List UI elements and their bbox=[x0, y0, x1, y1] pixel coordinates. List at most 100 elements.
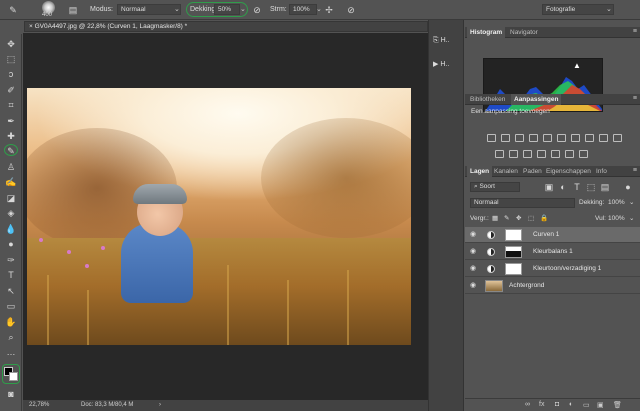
channel-mixer-icon[interactable] bbox=[613, 134, 622, 142]
eye-icon[interactable]: ◉ bbox=[470, 278, 476, 294]
document-tab[interactable]: × GV0A4497.jpg @ 22,8% (Curven 1, Laagma… bbox=[24, 21, 428, 32]
opacity-input[interactable]: 50% bbox=[214, 4, 240, 15]
document-image[interactable] bbox=[27, 88, 411, 345]
layer-mask-thumbnail[interactable] bbox=[505, 263, 522, 275]
layer-mask-thumbnail[interactable] bbox=[505, 246, 522, 258]
filter-smart-icon[interactable]: ▤ bbox=[598, 181, 612, 193]
photo-filter-icon[interactable] bbox=[599, 134, 608, 142]
filter-adjustment-icon[interactable]: ◐ bbox=[556, 181, 570, 193]
tab-channels[interactable]: Kanalen bbox=[491, 166, 521, 177]
shadows-highlights-icon[interactable] bbox=[579, 150, 588, 158]
more-tools-icon[interactable]: … bbox=[4, 346, 18, 358]
color-balance-icon[interactable] bbox=[571, 134, 580, 142]
eraser-tool-icon[interactable]: ◪ bbox=[4, 192, 18, 204]
eyedropper-tool-icon[interactable]: ✒ bbox=[4, 115, 18, 127]
document-info[interactable]: Doc: 83,3 M/80,4 M bbox=[81, 400, 133, 411]
new-adjustment-icon[interactable]: ◐ bbox=[569, 401, 573, 408]
hand-tool-icon[interactable]: ✋ bbox=[4, 316, 18, 328]
lock-all-icon[interactable]: 🔒 bbox=[540, 214, 548, 224]
blend-mode-select[interactable]: Normaal bbox=[470, 198, 575, 208]
workspace-select[interactable]: Fotografie bbox=[542, 4, 614, 15]
link-layers-icon[interactable]: ∞ bbox=[525, 401, 530, 408]
add-mask-icon[interactable]: ◘ bbox=[555, 401, 559, 408]
gradient-map-icon[interactable] bbox=[551, 150, 560, 158]
hue-saturation-icon[interactable] bbox=[557, 134, 566, 142]
eye-icon[interactable]: ◉ bbox=[470, 227, 476, 243]
filter-pixel-icon[interactable]: ▣ bbox=[542, 181, 556, 193]
layer-filter-select[interactable]: ⌕ Soort bbox=[470, 182, 520, 192]
zoom-tool-icon[interactable]: ⌕ bbox=[4, 331, 18, 343]
lock-transparency-icon[interactable]: ▦ bbox=[492, 214, 498, 224]
selective-color-icon[interactable] bbox=[537, 150, 546, 158]
tab-properties[interactable]: Eigenschappen bbox=[543, 166, 594, 177]
brush-tool-preset-icon[interactable]: ✎ bbox=[6, 4, 20, 16]
stamp-tool-icon[interactable]: ♙ bbox=[4, 161, 18, 173]
layer-row-curves[interactable]: ◉ Curven 1 bbox=[465, 227, 640, 243]
history-panel-button[interactable]: ⎘ H.. bbox=[433, 34, 461, 48]
lasso-tool-icon[interactable]: ↄ bbox=[4, 68, 18, 80]
type-tool-icon[interactable]: T bbox=[4, 269, 18, 281]
move-tool-icon[interactable]: ✥ bbox=[4, 38, 18, 50]
history-brush-icon[interactable]: ✍ bbox=[4, 176, 18, 188]
pressure-opacity-icon[interactable]: ⊘ bbox=[250, 4, 264, 16]
lock-artboard-icon[interactable]: ⬚ bbox=[528, 214, 534, 224]
tab-navigator[interactable]: Navigator bbox=[507, 27, 541, 38]
pen-tool-icon[interactable]: ✑ bbox=[4, 254, 18, 266]
panel-menu-icon[interactable]: ≡ bbox=[633, 28, 637, 35]
chevron-down-icon[interactable]: ⌄ bbox=[629, 214, 634, 224]
exposure-icon[interactable] bbox=[529, 134, 538, 142]
tab-libraries[interactable]: Bibliotheken bbox=[467, 94, 508, 105]
gradient-tool-icon[interactable]: ◈ bbox=[4, 207, 18, 219]
crop-tool-icon[interactable]: ⌗ bbox=[4, 99, 18, 111]
quick-mask-icon[interactable]: ◙ bbox=[4, 388, 18, 400]
healing-tool-icon[interactable]: ✚ bbox=[4, 130, 18, 142]
lock-pixels-icon[interactable]: ✎ bbox=[504, 214, 509, 224]
mode-select[interactable]: Normaal bbox=[117, 4, 181, 15]
new-layer-icon[interactable]: ▣ bbox=[597, 401, 604, 409]
layer-row-background[interactable]: ◉ Achtergrond bbox=[465, 278, 640, 294]
tab-info[interactable]: Info bbox=[593, 166, 610, 177]
fill-input[interactable]: 100% bbox=[608, 214, 625, 224]
chevron-right-icon[interactable]: › bbox=[159, 400, 161, 411]
blur-tool-icon[interactable]: 💧 bbox=[4, 223, 18, 235]
filter-toggle[interactable]: ● bbox=[621, 181, 635, 193]
layer-row-hue-saturation[interactable]: ◉ Kleurtoon/verzadiging 1 bbox=[465, 261, 640, 277]
eye-icon[interactable]: ◉ bbox=[470, 261, 476, 277]
levels-icon[interactable] bbox=[501, 134, 510, 142]
path-select-tool-icon[interactable]: ↖ bbox=[4, 285, 18, 297]
filter-shape-icon[interactable]: ⬚ bbox=[584, 181, 598, 193]
brush-tool-icon[interactable]: ✎ bbox=[4, 144, 18, 156]
zoom-level[interactable]: 22,78% bbox=[29, 400, 49, 411]
marquee-tool-icon[interactable]: ⬚ bbox=[4, 53, 18, 65]
threshold-icon[interactable] bbox=[523, 150, 532, 158]
close-icon[interactable]: × bbox=[29, 23, 33, 30]
color-lookup-icon[interactable] bbox=[565, 150, 574, 158]
delete-layer-icon[interactable]: 🗑 bbox=[613, 401, 622, 409]
shape-tool-icon[interactable]: ▭ bbox=[4, 300, 18, 312]
new-group-icon[interactable]: ▭ bbox=[583, 401, 590, 409]
dodge-tool-icon[interactable]: ● bbox=[4, 238, 18, 250]
tab-paths[interactable]: Paden bbox=[520, 166, 545, 177]
tab-histogram[interactable]: Histogram bbox=[467, 27, 506, 38]
lock-position-icon[interactable]: ✥ bbox=[516, 214, 521, 224]
quick-select-tool-icon[interactable]: ✐ bbox=[4, 84, 18, 96]
airbrush-icon[interactable]: ✢ bbox=[322, 4, 336, 16]
invert-icon[interactable] bbox=[495, 150, 504, 158]
vibrance-icon[interactable] bbox=[543, 134, 552, 142]
panel-menu-icon[interactable]: ≡ bbox=[633, 95, 637, 102]
posterize-icon[interactable] bbox=[509, 150, 518, 158]
flow-input[interactable]: 100% bbox=[289, 4, 317, 15]
curves-icon[interactable] bbox=[515, 134, 524, 142]
filter-type-icon[interactable]: T bbox=[570, 181, 584, 193]
chevron-down-icon[interactable]: ⌄ bbox=[629, 198, 634, 208]
tab-layers[interactable]: Lagen bbox=[467, 166, 493, 177]
layer-opacity-input[interactable]: 100% bbox=[608, 198, 625, 208]
black-white-icon[interactable] bbox=[585, 134, 594, 142]
layer-style-icon[interactable]: fx bbox=[539, 401, 544, 408]
tab-adjustments[interactable]: Aanpassingen bbox=[511, 94, 562, 105]
layer-mask-thumbnail[interactable] bbox=[505, 229, 522, 241]
brush-panel-icon[interactable]: ▤ bbox=[66, 4, 80, 16]
background-color-swatch[interactable] bbox=[9, 372, 18, 381]
warning-icon[interactable]: ▲ bbox=[573, 61, 581, 70]
layer-thumbnail[interactable] bbox=[485, 280, 503, 292]
